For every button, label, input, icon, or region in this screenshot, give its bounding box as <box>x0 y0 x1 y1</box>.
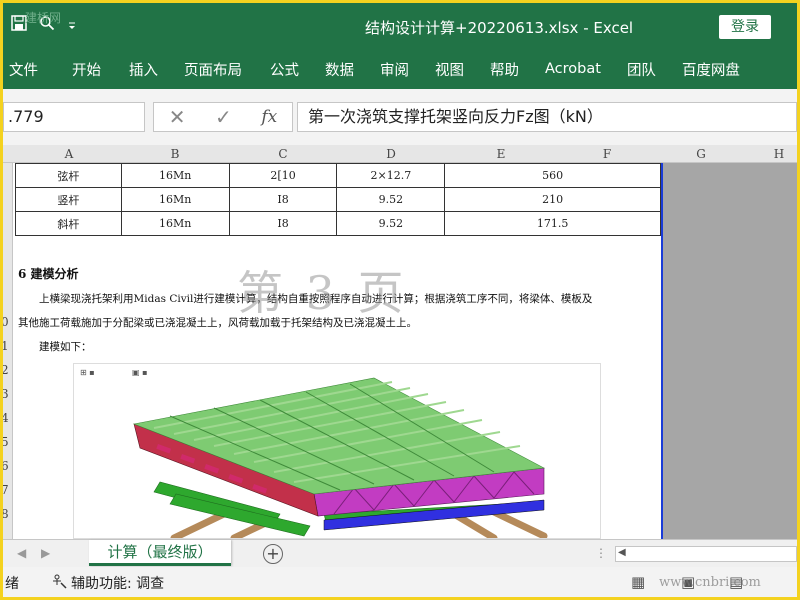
row-headers: 0 1 2 3 4 5 6 7 8 <box>3 163 13 539</box>
column-headers: A B C D E F G H <box>3 145 797 163</box>
table-cell[interactable]: I8 <box>228 187 338 212</box>
table-cell[interactable]: 9.52 <box>336 187 446 212</box>
sheet-nav-prev-icon[interactable]: ◀ <box>17 546 26 560</box>
outside-print-area <box>661 163 797 539</box>
more-options-icon[interactable]: ⋮ <box>595 546 607 560</box>
ready-status: 绪 <box>5 576 19 592</box>
table-cell[interactable]: 弦杆 <box>15 163 122 188</box>
add-sheet-button[interactable]: + <box>263 544 283 564</box>
tab-home[interactable]: 开始 <box>72 59 101 80</box>
tab-insert[interactable]: 插入 <box>129 59 158 80</box>
table-cell[interactable]: 210 <box>444 187 661 212</box>
table-row: 竖杆 16Mn I8 9.52 210 <box>15 187 661 212</box>
sheet-tab-bar: ◀ ▶ 计算（最终版） + ⋮ ◀ <box>3 539 797 567</box>
table-cell[interactable]: 560 <box>444 163 661 188</box>
row-header[interactable]: 0 <box>3 315 9 329</box>
column-header-e[interactable]: E <box>491 147 511 161</box>
site-watermark: 建桥网 <box>25 11 62 25</box>
column-header-a[interactable]: A <box>59 147 79 161</box>
worksheet-area[interactable]: 弦杆 16Mn 2[10 2×12.7 560 竖杆 16Mn I8 9.52 … <box>13 163 661 539</box>
window-title: 结构设计计算+20220613.xlsx - Excel <box>365 19 634 37</box>
row-header[interactable]: 7 <box>3 483 9 497</box>
table-cell[interactable]: 16Mn <box>120 187 230 212</box>
tab-team[interactable]: 团队 <box>627 59 656 80</box>
enter-icon[interactable]: ✓ <box>215 105 232 129</box>
customize-qat-icon[interactable] <box>67 16 77 35</box>
model-figure[interactable]: ⊞ ▪ ▣ ▪ <box>73 363 601 539</box>
tab-file[interactable]: 文件 <box>9 59 38 80</box>
formula-buttons: ✕ ✓ fx <box>153 102 293 132</box>
figure-toolbar-icon: ▣ ▪ <box>132 368 148 377</box>
row-header[interactable]: 6 <box>3 459 9 473</box>
status-bar: 绪 辅助功能: 调查 ▦ ▣ ▤ www.cnbri.com <box>3 567 797 597</box>
row-header[interactable]: 8 <box>3 507 9 521</box>
formula-input[interactable]: 第一次浇筑支撑托架竖向反力Fz图（kN） <box>297 102 797 132</box>
table-row: 斜杆 16Mn I8 9.52 171.5 <box>15 211 661 236</box>
paragraph-line: 建模如下： <box>39 341 92 353</box>
tab-view[interactable]: 视图 <box>435 59 464 80</box>
table-cell[interactable]: 斜杆 <box>15 211 122 236</box>
table-cell[interactable]: 9.52 <box>336 211 446 236</box>
formula-bar: .779 ✕ ✓ fx 第一次浇筑支撑托架竖向反力Fz图（kN） <box>3 89 797 145</box>
scroll-left-icon[interactable]: ◀ <box>618 547 626 558</box>
sheet-nav-next-icon[interactable]: ▶ <box>41 546 50 560</box>
table-cell[interactable]: 2×12.7 <box>336 163 446 188</box>
column-header-b[interactable]: B <box>165 147 185 161</box>
figure-toolbar-icon: ⊞ ▪ <box>80 368 95 377</box>
member-table: 弦杆 16Mn 2[10 2×12.7 560 竖杆 16Mn I8 9.52 … <box>15 163 661 236</box>
login-button[interactable]: 登录 <box>719 15 771 39</box>
table-cell[interactable]: 16Mn <box>120 211 230 236</box>
tab-baidu-netdisk[interactable]: 百度网盘 <box>682 59 740 80</box>
table-row: 弦杆 16Mn 2[10 2×12.7 560 <box>15 163 661 188</box>
section-heading: 6 建模分析 <box>18 267 79 281</box>
column-header-h[interactable]: H <box>769 147 789 161</box>
bridge-model-render <box>132 377 548 539</box>
row-header[interactable]: 3 <box>3 387 9 401</box>
table-cell[interactable]: 竖杆 <box>15 187 122 212</box>
tab-acrobat[interactable]: Acrobat <box>545 61 601 77</box>
row-header[interactable]: 1 <box>3 339 9 353</box>
row-header[interactable]: 5 <box>3 435 9 449</box>
column-header-c[interactable]: C <box>273 147 293 161</box>
cancel-icon[interactable]: ✕ <box>169 105 186 129</box>
name-box[interactable]: .779 <box>3 102 145 132</box>
column-header-g[interactable]: G <box>691 147 711 161</box>
ribbon-tabs: 文件 开始 插入 页面布局 公式 数据 审阅 视图 帮助 Acrobat 团队 … <box>3 49 797 89</box>
page-number-watermark: 第 3 页 <box>237 266 408 320</box>
accessibility-status[interactable]: 辅助功能: 调查 <box>71 573 164 593</box>
site-url-watermark: www.cnbri.com <box>659 575 761 590</box>
normal-view-icon[interactable]: ▦ <box>631 573 645 591</box>
table-cell[interactable]: 171.5 <box>444 211 661 236</box>
column-header-d[interactable]: D <box>381 147 401 161</box>
tab-help[interactable]: 帮助 <box>490 59 519 80</box>
tab-review[interactable]: 审阅 <box>380 59 409 80</box>
row-header[interactable]: 4 <box>3 411 9 425</box>
column-header-f[interactable]: F <box>597 147 617 161</box>
horizontal-scrollbar[interactable]: ◀ <box>615 546 797 562</box>
accessibility-icon[interactable] <box>51 573 67 593</box>
row-header[interactable]: 2 <box>3 363 9 377</box>
table-cell[interactable]: I8 <box>228 211 338 236</box>
tab-page-layout[interactable]: 页面布局 <box>184 59 242 80</box>
sheet-tab-active[interactable]: 计算（最终版） <box>89 540 231 566</box>
insert-function-icon[interactable]: fx <box>261 107 277 127</box>
table-cell[interactable]: 16Mn <box>120 163 230 188</box>
tab-formulas[interactable]: 公式 <box>270 59 299 80</box>
tab-data[interactable]: 数据 <box>325 59 354 80</box>
title-bar: 建桥网 结构设计计算+20220613.xlsx - Excel 登录 <box>3 3 797 49</box>
table-cell[interactable]: 2[10 <box>228 163 338 188</box>
